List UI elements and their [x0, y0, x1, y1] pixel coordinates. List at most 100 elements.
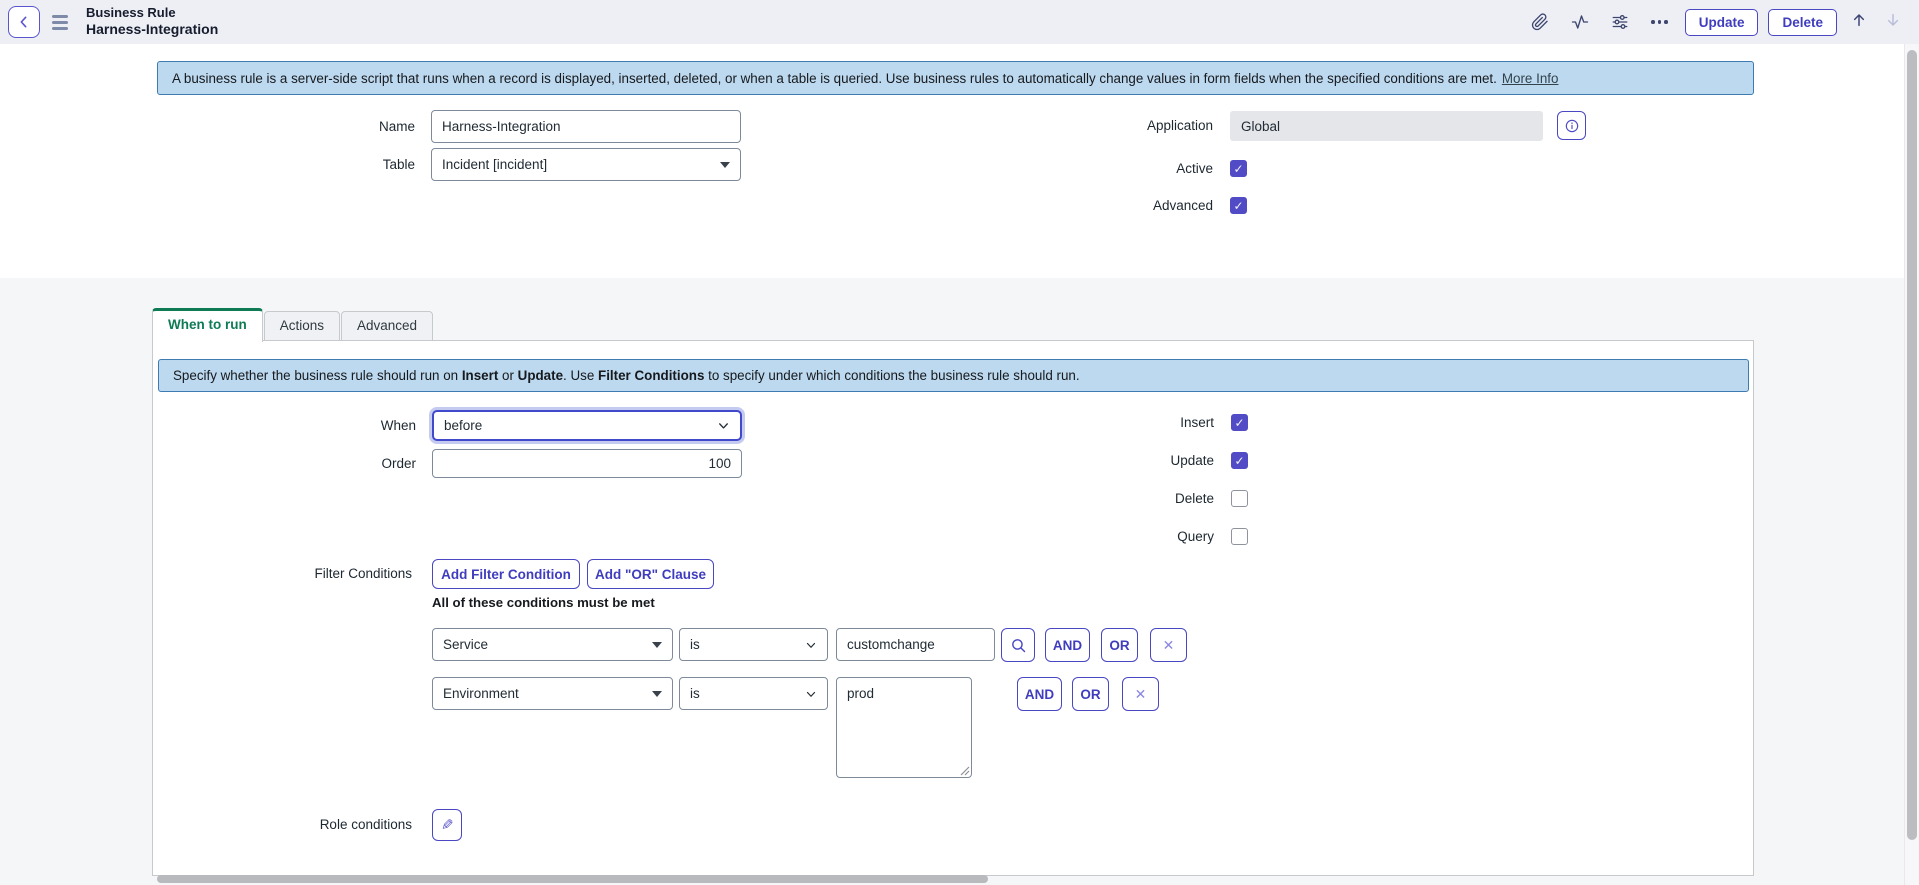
- record-name-title: Harness-Integration: [86, 21, 218, 37]
- role-conditions-label: Role conditions: [153, 809, 421, 841]
- table-label: Table: [152, 148, 424, 181]
- ellipsis-icon: [1651, 20, 1668, 24]
- update-label: Update: [1079, 452, 1223, 470]
- add-filter-condition-button[interactable]: Add Filter Condition: [432, 559, 580, 589]
- close-icon: ✕: [1135, 686, 1147, 703]
- vertical-scrollbar-thumb[interactable]: [1907, 50, 1917, 840]
- condition1-field-value: Service: [443, 637, 652, 652]
- condition1-or-button[interactable]: OR: [1101, 628, 1138, 662]
- record-title: Business Rule Harness-Integration: [86, 6, 218, 37]
- vertical-scrollbar-track[interactable]: [1904, 44, 1919, 885]
- tab-when-to-run[interactable]: When to run: [152, 308, 263, 342]
- condition1-lookup-button[interactable]: [1001, 628, 1035, 662]
- form-header: Business Rule Harness-Integration: [0, 0, 1919, 44]
- condition2-operator-select[interactable]: is: [679, 677, 828, 710]
- search-icon: [1010, 637, 1027, 654]
- triangle-down-icon: [652, 691, 662, 697]
- more-options-button[interactable]: [1645, 7, 1675, 37]
- tab-advanced[interactable]: Advanced: [341, 311, 433, 341]
- when-label: When: [153, 409, 425, 442]
- chevron-left-icon: [16, 14, 32, 30]
- pencil-icon: ✎: [441, 816, 454, 834]
- close-icon: ✕: [1163, 637, 1175, 654]
- chevron-down-icon: [805, 688, 817, 700]
- condition1-operator-select[interactable]: is: [679, 628, 828, 661]
- when-select-value: before: [444, 418, 717, 433]
- application-label: Application: [1078, 111, 1222, 141]
- business-rule-info-banner: A business rule is a server-side script …: [157, 61, 1754, 95]
- table-select[interactable]: Incident [incident]: [431, 148, 741, 181]
- delete-button[interactable]: Delete: [1768, 9, 1837, 36]
- tab-actions[interactable]: Actions: [264, 311, 340, 341]
- horizontal-scrollbar-thumb[interactable]: [157, 875, 988, 883]
- arrow-down-icon: [1885, 12, 1901, 28]
- more-info-link[interactable]: More Info: [1502, 71, 1559, 86]
- advanced-label: Advanced: [1078, 197, 1222, 215]
- when-banner-text: Specify whether the business rule should…: [173, 368, 1080, 383]
- condition2-field-select[interactable]: Environment: [432, 677, 673, 710]
- edit-role-conditions-button[interactable]: ✎: [432, 809, 462, 841]
- sliders-icon: [1611, 13, 1629, 31]
- condition2-value-wrapper: prod: [836, 677, 972, 778]
- update-button[interactable]: Update: [1685, 9, 1759, 36]
- delete-option-row: Delete: [153, 490, 170, 508]
- condition2-field-value: Environment: [443, 686, 652, 701]
- triangle-down-icon: [652, 642, 662, 648]
- condition2-remove-button[interactable]: ✕: [1122, 677, 1159, 711]
- advanced-checkbox[interactable]: [1230, 197, 1247, 214]
- delete-label: Delete: [1079, 490, 1223, 508]
- insert-label: Insert: [1079, 414, 1223, 432]
- activity-pulse-icon: [1571, 13, 1589, 31]
- paperclip-icon: [1531, 13, 1549, 31]
- query-label: Query: [1079, 528, 1223, 546]
- tab-bar: When to run Actions Advanced: [152, 308, 434, 341]
- condition1-remove-button[interactable]: ✕: [1150, 628, 1187, 662]
- previous-record-button[interactable]: [1847, 12, 1871, 33]
- condition2-value-textarea[interactable]: prod: [836, 677, 972, 778]
- record-type-title: Business Rule: [86, 6, 218, 21]
- condition1-field-select[interactable]: Service: [432, 628, 673, 661]
- related-sections: When to run Actions Advanced Specify whe…: [0, 278, 1919, 885]
- order-input[interactable]: [432, 449, 742, 478]
- application-info-button[interactable]: [1557, 111, 1586, 140]
- application-readonly-field: Global: [1230, 111, 1543, 141]
- order-label: Order: [153, 449, 425, 478]
- info-banner-text: A business rule is a server-side script …: [172, 71, 1497, 86]
- advanced-field-row: Advanced: [0, 197, 17, 215]
- back-button[interactable]: [8, 6, 40, 38]
- personalize-form-button[interactable]: [1605, 7, 1635, 37]
- query-option-row: Query: [153, 528, 170, 546]
- when-to-run-info-banner: Specify whether the business rule should…: [158, 359, 1749, 392]
- condition1-operator-value: is: [690, 637, 805, 652]
- active-checkbox[interactable]: [1230, 160, 1247, 177]
- chevron-down-icon: [805, 639, 817, 651]
- table-select-value: Incident [incident]: [442, 157, 720, 172]
- conditions-summary-text: All of these conditions must be met: [432, 595, 655, 610]
- triangle-down-icon: [720, 162, 730, 168]
- resize-grip-icon[interactable]: [960, 766, 970, 776]
- condition2-operator-value: is: [690, 686, 805, 701]
- condition1-value-input[interactable]: [836, 628, 995, 661]
- condition2-and-button[interactable]: AND: [1017, 677, 1062, 711]
- info-circle-icon: [1564, 118, 1580, 134]
- when-select[interactable]: before: [432, 410, 742, 441]
- form-body: A business rule is a server-side script …: [0, 44, 1919, 278]
- condition2-or-button[interactable]: OR: [1072, 677, 1109, 711]
- name-input[interactable]: [431, 110, 741, 143]
- add-or-clause-button[interactable]: Add "OR" Clause: [587, 559, 714, 589]
- update-checkbox[interactable]: [1231, 452, 1248, 469]
- attachment-button[interactable]: [1525, 7, 1555, 37]
- filter-conditions-label: Filter Conditions: [153, 559, 421, 589]
- active-field-row: Active: [0, 160, 17, 178]
- condition1-and-button[interactable]: AND: [1045, 628, 1090, 662]
- update-option-row: Update: [153, 452, 170, 470]
- activity-stream-button[interactable]: [1565, 7, 1595, 37]
- next-record-button[interactable]: [1881, 12, 1905, 33]
- insert-option-row: Insert: [153, 414, 170, 432]
- when-to-run-panel: Specify whether the business rule should…: [152, 340, 1754, 876]
- delete-checkbox[interactable]: [1231, 490, 1248, 507]
- context-menu-icon[interactable]: [52, 15, 68, 30]
- query-checkbox[interactable]: [1231, 528, 1248, 545]
- arrow-up-icon: [1851, 12, 1867, 28]
- insert-checkbox[interactable]: [1231, 414, 1248, 431]
